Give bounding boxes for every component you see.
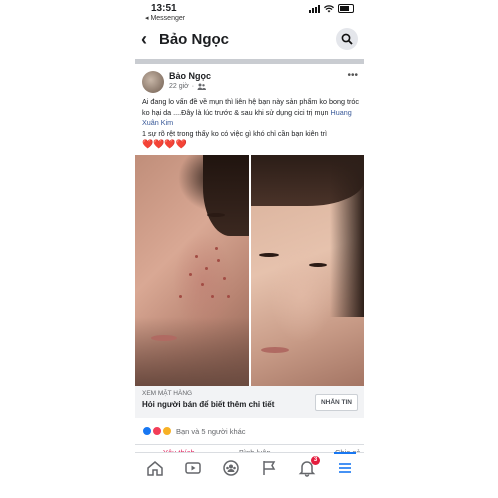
groups-icon xyxy=(223,460,239,476)
eye-shape xyxy=(207,213,225,217)
eye-shape xyxy=(258,253,279,257)
marketplace-cta: XEM MẶT HÀNG Hỏi người bán để biết thêm … xyxy=(135,386,364,418)
page-title: Bảo Ngọc xyxy=(159,31,230,48)
tab-home[interactable] xyxy=(146,459,164,477)
tab-groups[interactable] xyxy=(222,459,240,477)
shadow-shape xyxy=(135,316,249,386)
post-photos xyxy=(135,155,364,386)
post-meta: 22 giờ · xyxy=(169,83,207,90)
acne-spot xyxy=(195,255,198,258)
post-time[interactable]: 22 giờ xyxy=(169,83,189,90)
menu-icon xyxy=(339,463,351,473)
lip-shape xyxy=(260,347,289,353)
profile-header-bar: ‹ Bảo Ngọc xyxy=(135,26,364,54)
after-photo[interactable] xyxy=(250,155,364,386)
signal-icon xyxy=(309,4,320,13)
heart-emojis: ❤️❤️❤️❤️ xyxy=(142,139,187,150)
acne-spot xyxy=(179,295,182,298)
acne-spot xyxy=(223,277,226,280)
avatar[interactable] xyxy=(142,71,164,93)
lip-shape xyxy=(151,335,177,341)
dot-separator: · xyxy=(191,83,195,90)
status-bar: 13:51 ◂ Messenger xyxy=(135,0,364,24)
post-body: Ai đang lo vấn đề về mụn thì liên hệ bạn… xyxy=(142,97,360,150)
status-time: 13:51 xyxy=(151,3,177,14)
acne-spot xyxy=(201,283,204,286)
haha-reaction-icon xyxy=(162,426,172,436)
acne-spot xyxy=(189,273,192,276)
battery-icon xyxy=(338,4,354,13)
post-line-1: Ai đang lo vấn đề về mụn thì liên hệ bạn… xyxy=(142,97,359,117)
flag-icon xyxy=(263,461,276,475)
hair-shape xyxy=(329,155,364,317)
message-seller-button[interactable]: NHẮN TIN xyxy=(314,394,358,411)
reactions-summary[interactable]: Bạn và 5 người khác xyxy=(142,426,246,436)
cta-label-small: XEM MẶT HÀNG xyxy=(142,390,193,397)
post-header: Bảo Ngọc 22 giờ · ••• xyxy=(135,68,364,96)
reactions-text: Bạn và 5 người khác xyxy=(176,426,246,436)
acne-spot xyxy=(211,295,214,298)
tab-menu[interactable] xyxy=(334,452,356,477)
video-icon xyxy=(185,462,201,474)
search-button[interactable] xyxy=(336,28,358,50)
friends-audience-icon xyxy=(197,83,207,90)
home-icon xyxy=(147,461,163,476)
like-reaction-icon xyxy=(142,426,152,436)
hair-shape xyxy=(203,155,249,236)
before-photo[interactable] xyxy=(135,155,249,386)
section-divider xyxy=(135,59,364,64)
reactions-divider xyxy=(135,444,364,445)
love-reaction-icon xyxy=(152,426,162,436)
search-icon xyxy=(341,33,353,45)
acne-spot xyxy=(215,247,218,250)
status-icons xyxy=(309,4,354,13)
acne-spot xyxy=(217,259,220,262)
post-line-2: 1 sự rõ rệt trong thấy ko có việc gì khó… xyxy=(142,128,327,138)
post-author[interactable]: Bảo Ngọc xyxy=(169,71,211,81)
tab-marketplace[interactable] xyxy=(260,459,278,477)
acne-spot xyxy=(205,267,208,270)
post-paragraph: Ai đang lo vấn đề về mụn thì liên hệ bạn… xyxy=(142,97,360,129)
cta-label-main: Hỏi người bán để biết thêm chi tiết xyxy=(142,400,275,409)
more-options-icon[interactable]: ••• xyxy=(347,70,358,81)
facebook-app-screen: 13:51 ◂ Messenger ‹ Bảo Ngọc Bảo Ngọc 22… xyxy=(135,0,364,498)
acne-spot xyxy=(227,295,230,298)
tab-watch[interactable] xyxy=(184,459,202,477)
tab-notifications[interactable]: 3 xyxy=(298,456,320,477)
bottom-tab-bar: 3 xyxy=(135,452,364,483)
eye-shape xyxy=(308,263,327,267)
notifications-badge: 3 xyxy=(311,456,320,465)
back-arrow-icon[interactable]: ‹ xyxy=(141,29,147,50)
back-to-messenger-link[interactable]: ◂ Messenger xyxy=(145,14,185,22)
wifi-icon xyxy=(324,4,334,12)
